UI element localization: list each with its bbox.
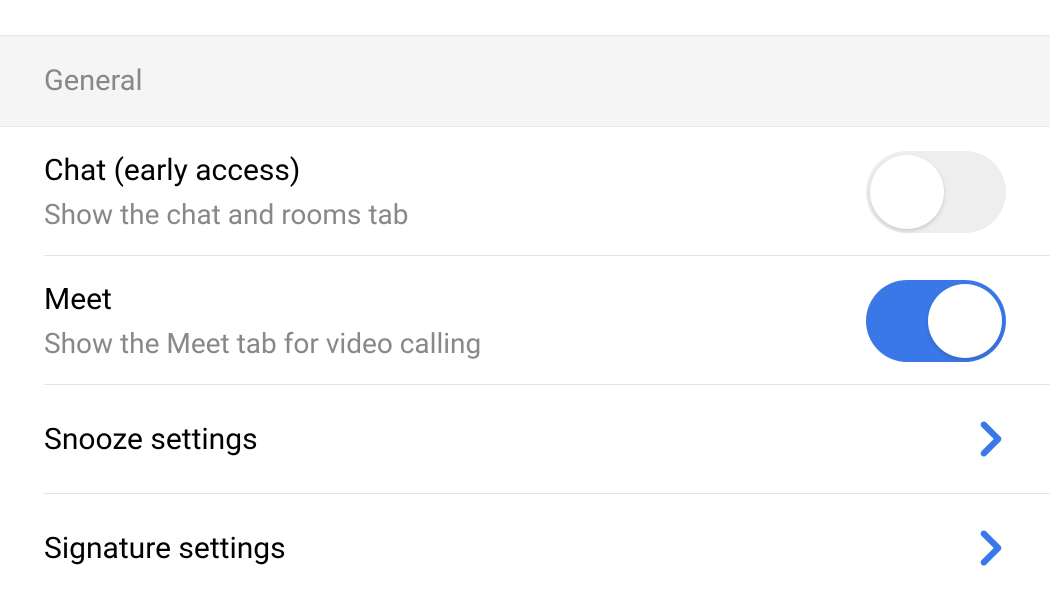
section-header-general: General [0,35,1050,127]
item-title-chat: Chat (early access) [44,153,866,188]
settings-item-meet: Meet Show the Meet tab for video calling [44,256,1050,385]
item-title-signature: Signature settings [44,531,286,566]
item-title-snooze: Snooze settings [44,422,258,457]
item-title-meet: Meet [44,282,866,317]
nav-item-signature[interactable]: Signature settings [44,494,1050,572]
top-spacer [0,0,1050,35]
item-subtitle-chat: Show the chat and rooms tab [44,198,866,231]
item-subtitle-meet: Show the Meet tab for video calling [44,327,866,360]
item-text-meet: Meet Show the Meet tab for video calling [44,282,866,360]
section-header-label: General [44,64,1006,98]
chevron-right-icon [976,419,1006,459]
toggle-meet[interactable] [866,280,1006,362]
item-text-chat: Chat (early access) Show the chat and ro… [44,153,866,231]
nav-item-snooze[interactable]: Snooze settings [44,385,1050,494]
chevron-right-icon [976,528,1006,568]
settings-item-chat: Chat (early access) Show the chat and ro… [44,127,1050,256]
toggle-thumb [928,284,1002,358]
toggle-thumb [870,155,944,229]
toggle-chat[interactable] [866,151,1006,233]
